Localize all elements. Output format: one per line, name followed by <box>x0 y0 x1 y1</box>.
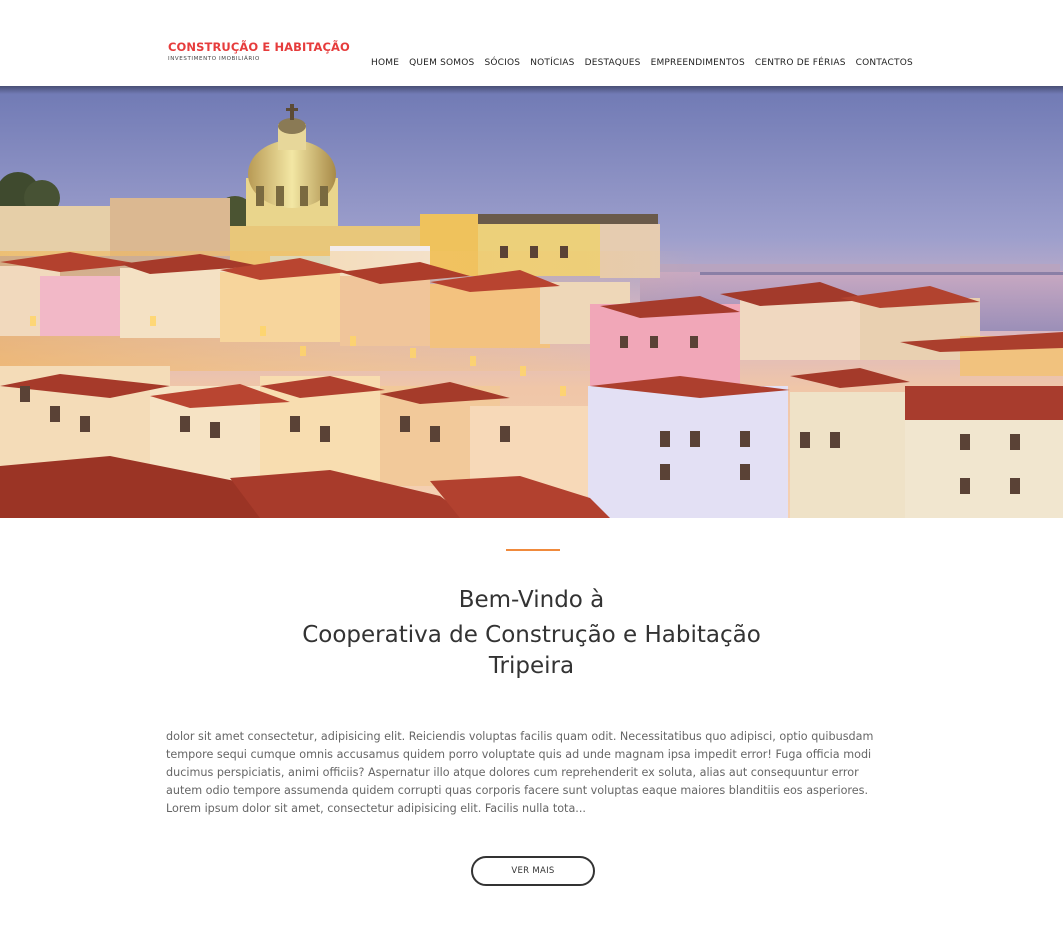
cooperative-name-line1: Cooperativa de Construção e Habitação <box>302 622 761 648</box>
ver-mais-button[interactable]: VER MAIS <box>471 856 595 886</box>
site-logo[interactable]: CONSTRUÇÃO E HABITAÇÃO INVESTIMENTO IMOB… <box>168 40 350 63</box>
nav-item-destaques[interactable]: DESTAQUES <box>580 56 646 70</box>
nav-item-contactos[interactable]: CONTACTOS <box>851 56 918 70</box>
nav-item-empreendimentos[interactable]: EMPREENDIMENTOS <box>646 56 750 70</box>
hero-slider <box>0 86 1063 518</box>
logo-subtitle: INVESTIMENTO IMOBILIÁRIO <box>168 56 260 62</box>
nav-item-quem-somos[interactable]: QUEM SOMOS <box>404 56 479 70</box>
nav-item-socios[interactable]: SÓCIOS <box>479 56 525 70</box>
logo-title: CONSTRUÇÃO E HABITAÇÃO <box>168 40 350 54</box>
cooperative-name-line2: Tripeira <box>488 653 575 679</box>
welcome-heading: Bem-Vindo à <box>458 587 605 613</box>
main-nav: HOME QUEM SOMOS SÓCIOS NOTÍCIAS DESTAQUE… <box>366 56 918 70</box>
section-divider <box>506 549 560 551</box>
nav-item-home[interactable]: HOME <box>366 56 404 70</box>
header-shadow <box>0 86 1063 94</box>
hero-image <box>0 86 1063 518</box>
site-header: CONSTRUÇÃO E HABITAÇÃO INVESTIMENTO IMOB… <box>0 0 1063 86</box>
nav-item-centro-de-ferias[interactable]: CENTRO DE FÉRIAS <box>750 56 851 70</box>
nav-item-noticias[interactable]: NOTÍCIAS <box>525 56 579 70</box>
cooperative-name: Cooperativa de Construção e Habitação Tr… <box>0 620 1063 682</box>
intro-text: dolor sit amet consectetur, adipisicing … <box>166 730 874 815</box>
